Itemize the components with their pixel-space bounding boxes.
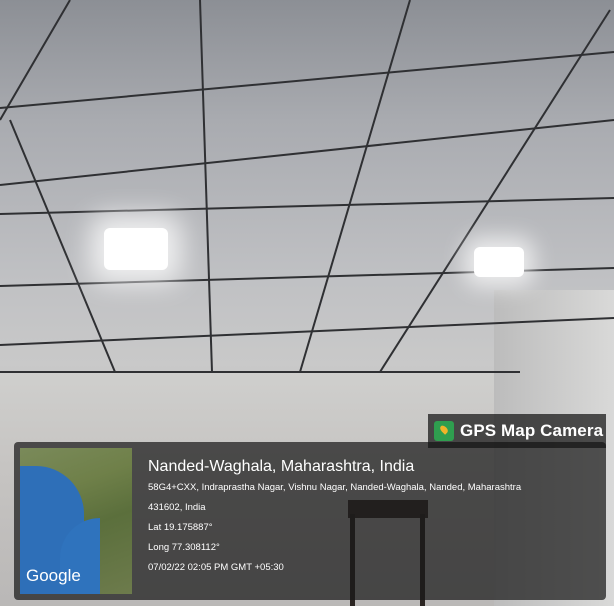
- location-info: Nanded-Waghala, Maharashtra, India 58G4+…: [148, 456, 598, 578]
- location-title: Nanded-Waghala, Maharashtra, India: [148, 458, 415, 475]
- ceiling-light-left: [104, 228, 168, 270]
- address-line-2: 431602, India: [148, 502, 206, 513]
- gps-map-camera-badge: GPS Map Camera: [428, 414, 606, 448]
- address-line-1: 58G4+CXX, Indraprastha Nagar, Vishnu Nag…: [148, 482, 522, 493]
- map-thumbnail: Google: [20, 448, 132, 594]
- watermark-label: GPS Map Camera: [460, 421, 604, 440]
- gps-map-camera-icon: [434, 421, 454, 441]
- google-logo: Google: [26, 566, 81, 585]
- latitude: Lat 19.175887°: [148, 522, 213, 533]
- longitude: Long 77.308112°: [148, 542, 220, 553]
- photo-frame: Google GPS Map Camera Nanded-Waghala, Ma…: [0, 0, 614, 606]
- timestamp: 07/02/22 02:05 PM GMT +05:30: [148, 562, 284, 573]
- ceiling-light-right: [474, 247, 524, 277]
